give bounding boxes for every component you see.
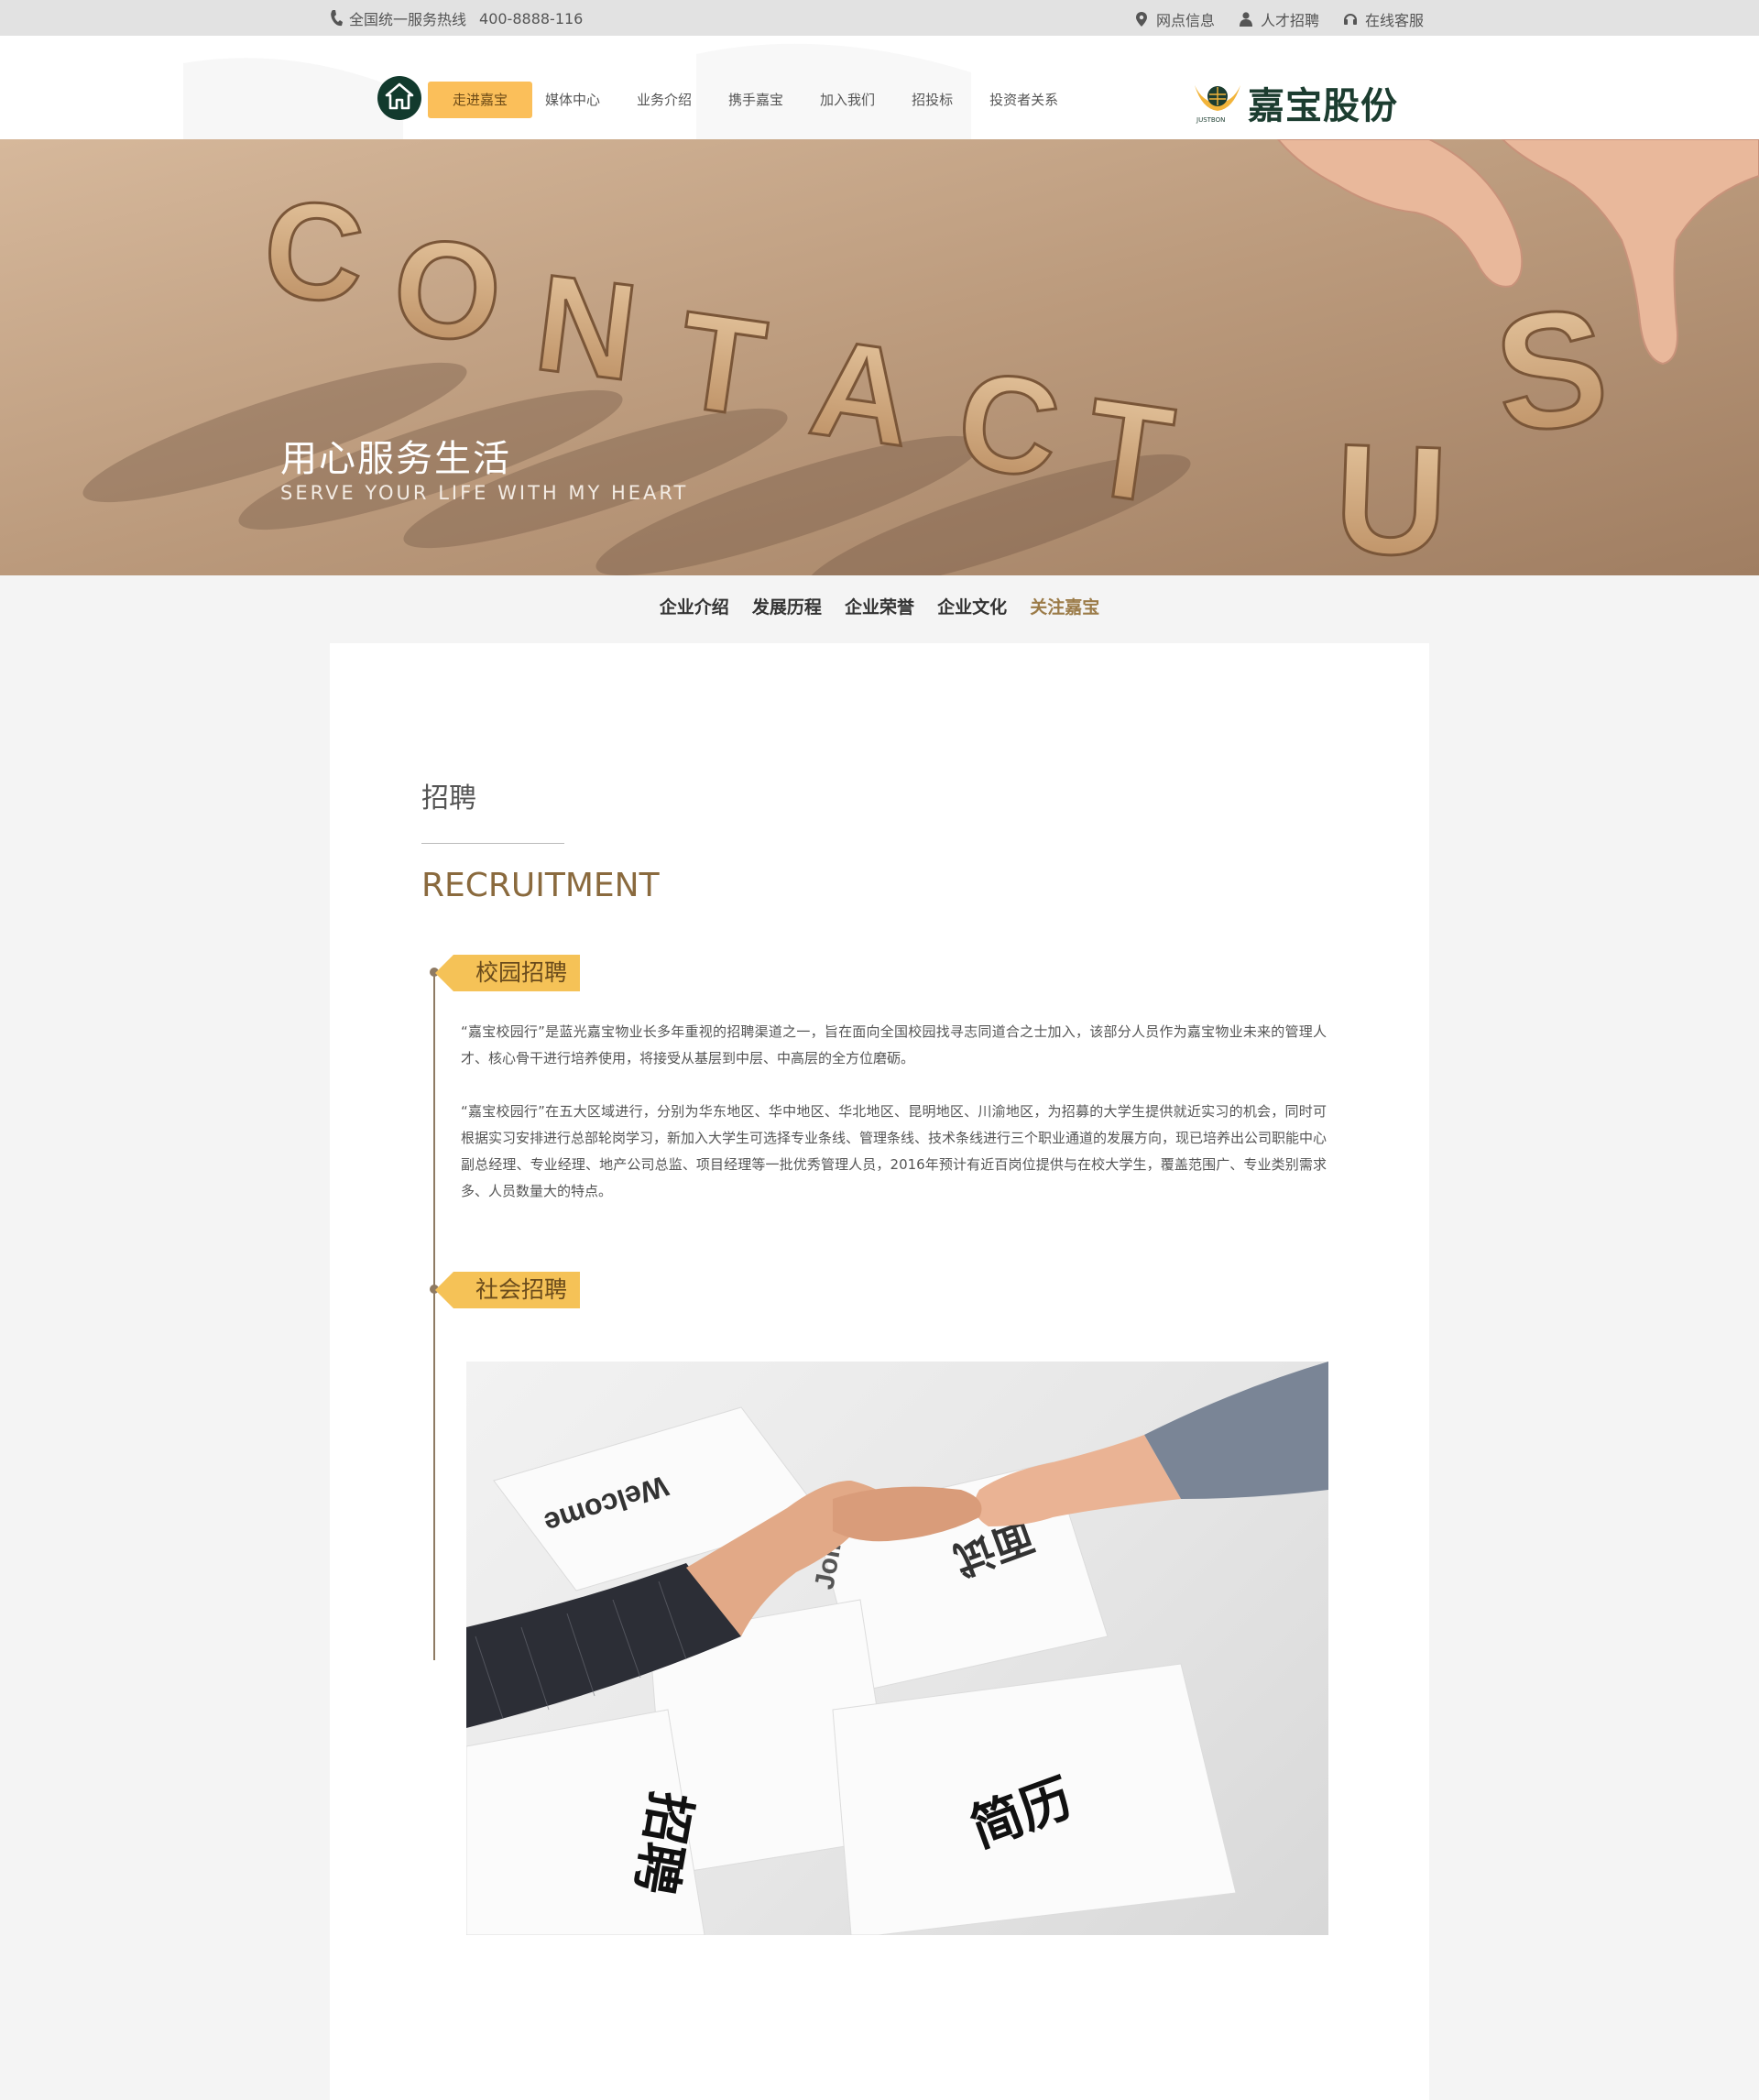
top-bar: 全国统一服务热线 400-8888-116 网点信息 人才招聘 在线客服: [0, 0, 1759, 36]
svg-text:O: O: [387, 208, 509, 372]
nav-item-bidding[interactable]: 招投标: [899, 82, 966, 118]
subnav-item-intro[interactable]: 企业介绍: [660, 594, 729, 618]
content-card: 招聘 RECRUITMENT 校园招聘 “嘉宝校园行”是蓝光嘉宝物业长多年重视的…: [330, 643, 1429, 2100]
logo-text: 嘉宝股份: [1248, 85, 1398, 127]
campus-paragraph-1: “嘉宝校园行”是蓝光嘉宝物业长多年重视的招聘渠道之一，旨在面向全国校园找寻志同道…: [461, 1023, 1327, 1066]
hero-banner: C O N T A C T U S 用心服务生活 SERVE YOUR LIFE…: [0, 139, 1759, 575]
nav-item-business[interactable]: 业务介绍: [624, 82, 705, 118]
top-link-label: 在线客服: [1364, 12, 1424, 29]
nav-item-investor[interactable]: 投资者关系: [977, 82, 1071, 118]
home-button[interactable]: [377, 76, 421, 120]
top-links: 网点信息 人才招聘 在线客服: [1134, 8, 1424, 30]
nav-item-partner[interactable]: 携手嘉宝: [716, 82, 796, 118]
hotline: 全国统一服务热线 400-8888-116: [329, 7, 583, 29]
logo-mark-icon: JUSTBON: [1193, 82, 1242, 124]
svg-text:C: C: [259, 170, 369, 331]
svg-text:C: C: [949, 341, 1069, 507]
handshake-photo: Welcome Join Us 招聘 简历 面试: [466, 1362, 1328, 1935]
top-link-label: 人才招聘: [1260, 12, 1319, 29]
subnav-item-culture[interactable]: 企业文化: [937, 594, 1007, 618]
tag-social-recruit: 社会招聘: [434, 1272, 581, 1308]
subnav-item-honors[interactable]: 企业荣誉: [845, 594, 914, 618]
title-divider: [421, 843, 564, 844]
nav-item-about[interactable]: 走进嘉宝: [428, 82, 532, 118]
phone-icon: [329, 10, 344, 27]
page-title: 招聘: [421, 782, 476, 815]
person-icon: [1239, 12, 1253, 27]
campus-paragraph-2: “嘉宝校园行”在五大区域进行，分别为华东地区、华中地区、华北地区、昆明地区、川渝…: [461, 1103, 1327, 1199]
top-link-recruit[interactable]: 人才招聘: [1239, 8, 1319, 30]
hotline-label: 全国统一服务热线: [349, 11, 467, 28]
logo-sub: JUSTBON: [1196, 116, 1226, 124]
top-link-outlets[interactable]: 网点信息: [1134, 8, 1215, 30]
top-link-service[interactable]: 在线客服: [1343, 8, 1424, 30]
svg-text:N: N: [528, 245, 645, 410]
tag-campus-recruit: 校园招聘: [434, 955, 581, 991]
site-header: 走进嘉宝 媒体中心 业务介绍 携手嘉宝 加入我们 招投标 投资者关系 JUSTB…: [0, 36, 1759, 139]
headset-icon: [1343, 12, 1358, 27]
top-link-label: 网点信息: [1155, 12, 1215, 29]
svg-text:U: U: [1332, 411, 1450, 575]
svg-text:A: A: [803, 309, 923, 475]
subnav-item-history[interactable]: 发展历程: [752, 594, 822, 618]
svg-text:S: S: [1487, 273, 1615, 467]
nav-item-join[interactable]: 加入我们: [807, 82, 888, 118]
nav-item-media[interactable]: 媒体中心: [532, 82, 613, 118]
banner-slogan-en: SERVE YOUR LIFE WITH MY HEART: [280, 482, 689, 504]
timeline-line: [433, 971, 435, 1660]
sub-nav: 企业介绍 发展历程 企业荣誉 企业文化 关注嘉宝: [0, 594, 1759, 618]
location-pin-icon: [1134, 12, 1149, 27]
banner-slogan: 用心服务生活: [280, 438, 511, 480]
brand-logo[interactable]: JUSTBON 嘉宝股份: [1193, 76, 1398, 129]
main-nav: 走进嘉宝 媒体中心 业务介绍 携手嘉宝 加入我们 招投标 投资者关系: [428, 82, 1082, 118]
subnav-item-follow[interactable]: 关注嘉宝: [1030, 594, 1099, 618]
page-title-en: RECRUITMENT: [421, 867, 660, 904]
hotline-number: 400-8888-116: [479, 9, 584, 27]
contact-us-art: C O N T A C T U S: [0, 139, 1759, 575]
home-icon: [385, 82, 414, 114]
